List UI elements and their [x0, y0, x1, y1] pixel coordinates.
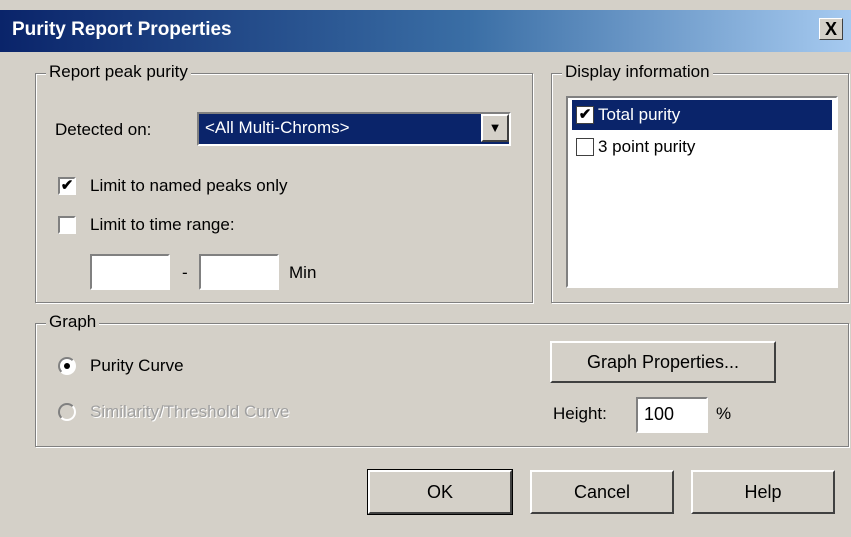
similarity-curve-label[interactable]: Similarity/Threshold Curve [90, 402, 289, 422]
close-button[interactable]: X [819, 18, 843, 40]
detected-on-select[interactable]: <All Multi-Chroms> ▼ [197, 112, 511, 146]
limit-named-peaks-label[interactable]: Limit to named peaks only [90, 176, 288, 196]
time-separator: - [182, 263, 188, 282]
graph-properties-button[interactable]: Graph Properties... [550, 341, 776, 383]
list-item-total-purity[interactable]: ✔ Total purity [572, 100, 832, 130]
height-unit-label: % [716, 404, 732, 423]
cancel-button[interactable]: Cancel [530, 470, 674, 514]
time-to-input[interactable] [199, 254, 279, 290]
title-bar[interactable]: Purity Report Properties X [0, 10, 851, 52]
display-information-list[interactable]: ✔ Total purity 3 point purity [566, 96, 838, 288]
3-point-purity-label: 3 point purity [598, 137, 696, 156]
purity-curve-label[interactable]: Purity Curve [90, 356, 184, 376]
height-input[interactable]: 100 [636, 397, 708, 433]
total-purity-checkbox[interactable]: ✔ [576, 106, 594, 124]
close-icon: X [824, 19, 837, 39]
list-item-3-point-purity[interactable]: 3 point purity [572, 132, 832, 162]
radio-selected-dot [64, 363, 70, 369]
total-purity-label: Total purity [598, 105, 681, 124]
detected-on-value: <All Multi-Chroms> [197, 112, 511, 146]
limit-time-range-checkbox[interactable] [58, 216, 76, 234]
help-button[interactable]: Help [691, 470, 835, 514]
time-from-input[interactable] [90, 254, 170, 290]
graph-legend: Graph [46, 312, 100, 332]
report-peak-purity-legend: Report peak purity [46, 62, 191, 82]
limit-time-range-label[interactable]: Limit to time range: [90, 215, 235, 235]
height-label: Height: [553, 404, 607, 423]
time-unit-label: Min [289, 263, 317, 282]
chevron-down-icon[interactable]: ▼ [481, 114, 509, 142]
purity-curve-radio[interactable] [58, 357, 76, 375]
ok-button[interactable]: OK [367, 469, 513, 515]
window-title: Purity Report Properties [12, 19, 232, 40]
display-information-legend: Display information [562, 62, 713, 82]
detected-on-label: Detected on: [55, 120, 152, 139]
purity-report-dialog: Purity Report Properties X Report peak p… [0, 0, 851, 537]
similarity-curve-radio[interactable] [58, 403, 76, 421]
limit-named-peaks-checkbox[interactable]: ✔ [58, 177, 76, 195]
3-point-purity-checkbox[interactable] [576, 138, 594, 156]
